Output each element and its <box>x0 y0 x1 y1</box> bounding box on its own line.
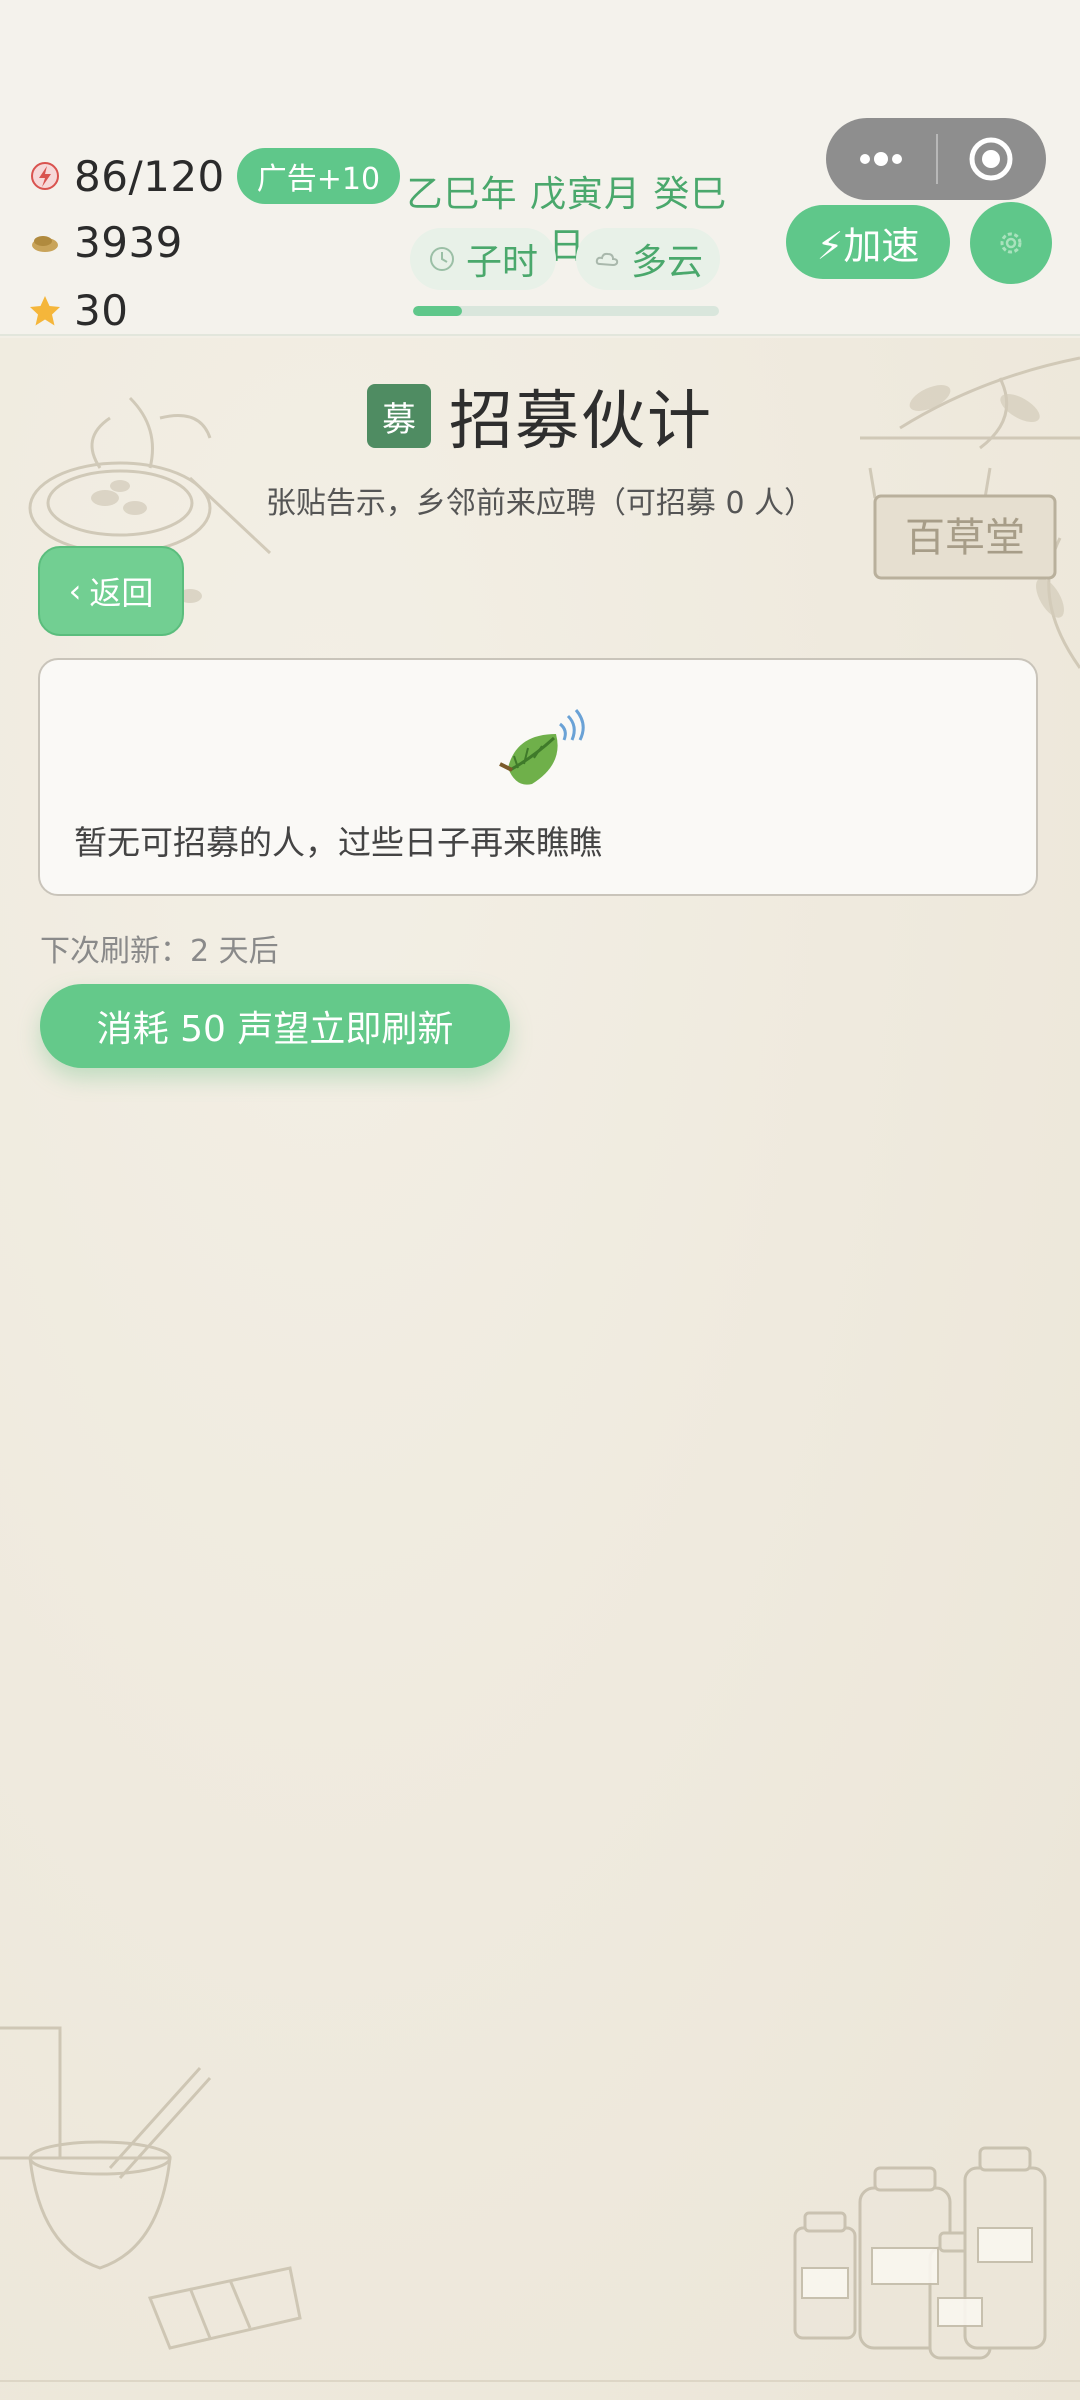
medicine-bottles-illustration <box>793 2146 1047 2360</box>
next-refresh-text: 下次刷新：2 天后 <box>40 934 279 969</box>
cloud-icon <box>595 252 619 267</box>
leaf-icon <box>499 709 585 785</box>
capsule-divider <box>936 134 938 184</box>
star-icon <box>30 295 60 325</box>
title-badge: 募 <box>367 384 431 448</box>
page-subtitle: 张贴告示，乡邻前来应聘（可招募 0 人） <box>265 486 815 521</box>
reputation-row: 30 <box>28 286 128 335</box>
more-dots-icon <box>860 152 902 166</box>
empty-state-message: 暂无可招募的人，过些日子再来瞧瞧 <box>74 823 602 862</box>
speed-up-button[interactable]: ⚡加速 <box>786 205 950 279</box>
back-button[interactable]: ‹ 返回 <box>38 546 184 636</box>
mortar-illustration <box>0 2026 302 2350</box>
empty-state-card: 暂无可招募的人，过些日子再来瞧瞧 <box>38 658 1038 896</box>
gear-icon <box>1000 232 1022 254</box>
weather-chip: 多云 <box>576 228 720 290</box>
recruit-page-background: 百草堂 <box>0 338 1080 2400</box>
back-button-label: 返回 <box>89 574 154 612</box>
stamina-icon <box>31 162 59 190</box>
day-progress-fill <box>413 306 462 316</box>
more-button[interactable] <box>826 118 936 200</box>
coins-row: 3939 <box>28 218 183 267</box>
weather-label: 多云 <box>630 242 703 283</box>
time-label: 子时 <box>465 242 538 283</box>
miniprogram-capsule <box>826 118 1046 200</box>
day-progress-bar <box>413 306 719 316</box>
stamina-row: 86/120 广告+10 <box>28 148 401 204</box>
stamina-value: 86/120 <box>74 151 225 201</box>
chevron-left-icon: ‹ <box>68 572 82 610</box>
settings-button[interactable] <box>970 202 1052 284</box>
coins-value: 3939 <box>74 218 183 267</box>
footer-divider <box>0 2380 1080 2382</box>
clock-icon <box>429 247 454 271</box>
reputation-value: 30 <box>74 286 129 335</box>
time-chip: 子时 <box>410 228 556 290</box>
target-close-icon <box>969 137 1013 181</box>
status-header: 86/120 广告+10 3939 30 乙巳年 戊寅月 癸巳日 子时 多云 ⚡… <box>0 0 1080 336</box>
refresh-now-button[interactable]: 消耗 50 声望立即刷新 <box>40 984 510 1068</box>
close-miniprogram-button[interactable] <box>936 118 1046 200</box>
page-title: 招募伙计 <box>449 385 713 459</box>
page-title-row: 募 招募伙计 <box>0 370 1080 462</box>
ad-bonus-button[interactable]: 广告+10 <box>236 148 401 204</box>
coin-icon <box>32 235 58 252</box>
